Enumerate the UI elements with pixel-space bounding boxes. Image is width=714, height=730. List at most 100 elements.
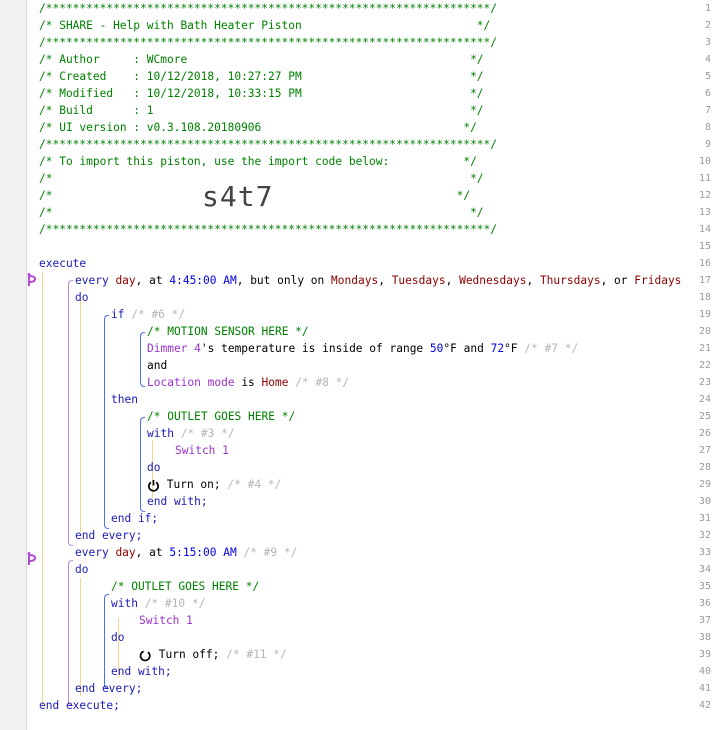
code-line[interactable]: with /* #3 */ bbox=[147, 425, 235, 442]
line-number: 3 bbox=[704, 37, 711, 48]
power-off-icon bbox=[139, 650, 151, 661]
comment-text: /* */ bbox=[39, 206, 484, 219]
operand: Mondays bbox=[331, 274, 379, 287]
code-text: °F and bbox=[443, 342, 484, 355]
value: 4:45:00 AM bbox=[169, 274, 237, 287]
code-line[interactable]: /* */ bbox=[39, 170, 484, 187]
line-number: 25 bbox=[698, 411, 711, 422]
power-on-icon bbox=[148, 479, 159, 492]
code-line[interactable]: /* OUTLET GOES HERE */ bbox=[147, 408, 295, 425]
keyword: end if; bbox=[111, 512, 159, 525]
code-line[interactable]: Turn off; /* #11 */ bbox=[139, 646, 287, 663]
comment-text: /***************************************… bbox=[39, 36, 498, 49]
statement-id: /* #6 */ bbox=[131, 308, 186, 321]
code-line[interactable]: end with; bbox=[111, 663, 172, 680]
code-text: Turn on; bbox=[166, 478, 221, 491]
line-number: 1 bbox=[704, 3, 711, 14]
keyword: do bbox=[75, 563, 89, 576]
code-line[interactable]: do bbox=[75, 561, 88, 578]
line-number: 36 bbox=[698, 598, 711, 609]
code-line[interactable]: do bbox=[75, 289, 88, 306]
value: 5:15:00 AM bbox=[169, 546, 237, 559]
line-number: 16 bbox=[698, 258, 711, 269]
keyword: then bbox=[111, 393, 138, 406]
code-line[interactable]: then bbox=[111, 391, 138, 408]
code-line[interactable]: end every; bbox=[75, 680, 142, 697]
code-line[interactable]: with /* #10 */ bbox=[111, 595, 205, 612]
code-line[interactable]: do bbox=[147, 459, 160, 476]
code-line[interactable]: /* */ bbox=[39, 187, 470, 204]
code-line[interactable]: /***************************************… bbox=[39, 136, 497, 153]
line-number: 12 bbox=[698, 190, 711, 201]
code-line[interactable]: end every; bbox=[75, 527, 142, 544]
code-line[interactable]: /* */ bbox=[39, 204, 484, 221]
code-text: , but only on bbox=[236, 274, 325, 287]
line-number: 38 bbox=[698, 632, 711, 643]
code-line[interactable]: /* Author : WCmore */ bbox=[39, 51, 484, 68]
code-line[interactable]: end with; bbox=[147, 493, 208, 510]
code-line[interactable]: /* SHARE - Help with Bath Heater Piston … bbox=[39, 17, 490, 34]
comment-text: /***************************************… bbox=[39, 138, 498, 151]
keyword: do bbox=[75, 291, 89, 304]
line-number: 6 bbox=[704, 88, 711, 99]
keyword: with bbox=[147, 427, 174, 440]
code-line[interactable]: /* MOTION SENSOR HERE */ bbox=[147, 323, 309, 340]
code-text: , at bbox=[135, 274, 163, 287]
comment-text: /* bbox=[39, 189, 53, 202]
line-number: 29 bbox=[698, 479, 711, 490]
do-guide bbox=[80, 298, 81, 532]
line-number: 11 bbox=[698, 173, 711, 184]
code-line[interactable]: if /* #6 */ bbox=[111, 306, 185, 323]
comment-text: /* UI version : v0.3.108.20180906 */ bbox=[39, 121, 477, 134]
line-number: 21 bbox=[698, 343, 711, 354]
code-line[interactable]: do bbox=[111, 629, 124, 646]
operand: day bbox=[115, 546, 136, 559]
code-line[interactable]: end execute; bbox=[39, 697, 120, 714]
code-line[interactable]: /* To import this piston, use the import… bbox=[39, 153, 477, 170]
code-line[interactable]: /* Created : 10/12/2018, 10:27:27 PM */ bbox=[39, 68, 484, 85]
line-number: 26 bbox=[698, 428, 711, 439]
code-line[interactable]: Switch 1 bbox=[175, 442, 229, 459]
operand: Fridays bbox=[634, 274, 682, 287]
value: 50 bbox=[429, 342, 444, 355]
device-name: Location mode bbox=[147, 376, 235, 389]
code-line[interactable]: /* Build : 1 */ bbox=[39, 102, 484, 119]
operand: Tuesdays bbox=[391, 274, 446, 287]
comment-text: /* OUTLET GOES HERE */ bbox=[147, 410, 296, 423]
code-line[interactable]: execute bbox=[39, 255, 86, 272]
code-line[interactable]: Turn on; /* #4 */ bbox=[147, 476, 281, 493]
code-line[interactable]: Dimmer 4's temperature is inside of rang… bbox=[147, 340, 578, 357]
code-line[interactable]: every day, at 5:15:00 AM /* #9 */ bbox=[75, 544, 297, 561]
code-line[interactable]: /* UI version : v0.3.108.20180906 */ bbox=[39, 119, 477, 136]
code-line[interactable]: and bbox=[147, 357, 167, 374]
value: 72 bbox=[490, 342, 505, 355]
device-name: Switch 1 bbox=[175, 444, 229, 457]
comment-text: /* SHARE - Help with Bath Heater Piston … bbox=[39, 19, 491, 32]
line-number: 7 bbox=[704, 105, 711, 116]
line-number: 23 bbox=[698, 377, 711, 388]
execute-guide bbox=[42, 272, 43, 708]
code-line[interactable]: /* OUTLET GOES HERE */ bbox=[111, 578, 259, 595]
statement-id: /* #11 */ bbox=[226, 648, 287, 661]
comment-text: /* Build : 1 */ bbox=[39, 104, 484, 117]
code-line[interactable]: /***************************************… bbox=[39, 34, 497, 51]
code-line[interactable]: /***************************************… bbox=[39, 221, 497, 238]
statement-id: /* #8 */ bbox=[295, 376, 350, 389]
line-number: 31 bbox=[698, 513, 711, 524]
code-line[interactable]: Location mode is Home /* #8 */ bbox=[147, 374, 349, 391]
comment-text: /* Modified : 10/12/2018, 10:33:15 PM */ bbox=[39, 87, 484, 100]
code-line[interactable]: end if; bbox=[111, 510, 158, 527]
code-line[interactable]: every day, at 4:45:00 AM, but only on Mo… bbox=[75, 272, 681, 289]
comment-text: /***************************************… bbox=[39, 223, 498, 236]
line-number: 2 bbox=[704, 20, 711, 31]
code-line[interactable]: Switch 1 bbox=[139, 612, 193, 629]
code-line[interactable]: /***************************************… bbox=[39, 0, 497, 17]
device-name: Switch 1 bbox=[139, 614, 193, 627]
code-text: °F bbox=[504, 342, 518, 355]
code-text: , at bbox=[135, 546, 163, 559]
code-line[interactable]: /* Modified : 10/12/2018, 10:33:15 PM */ bbox=[39, 85, 484, 102]
